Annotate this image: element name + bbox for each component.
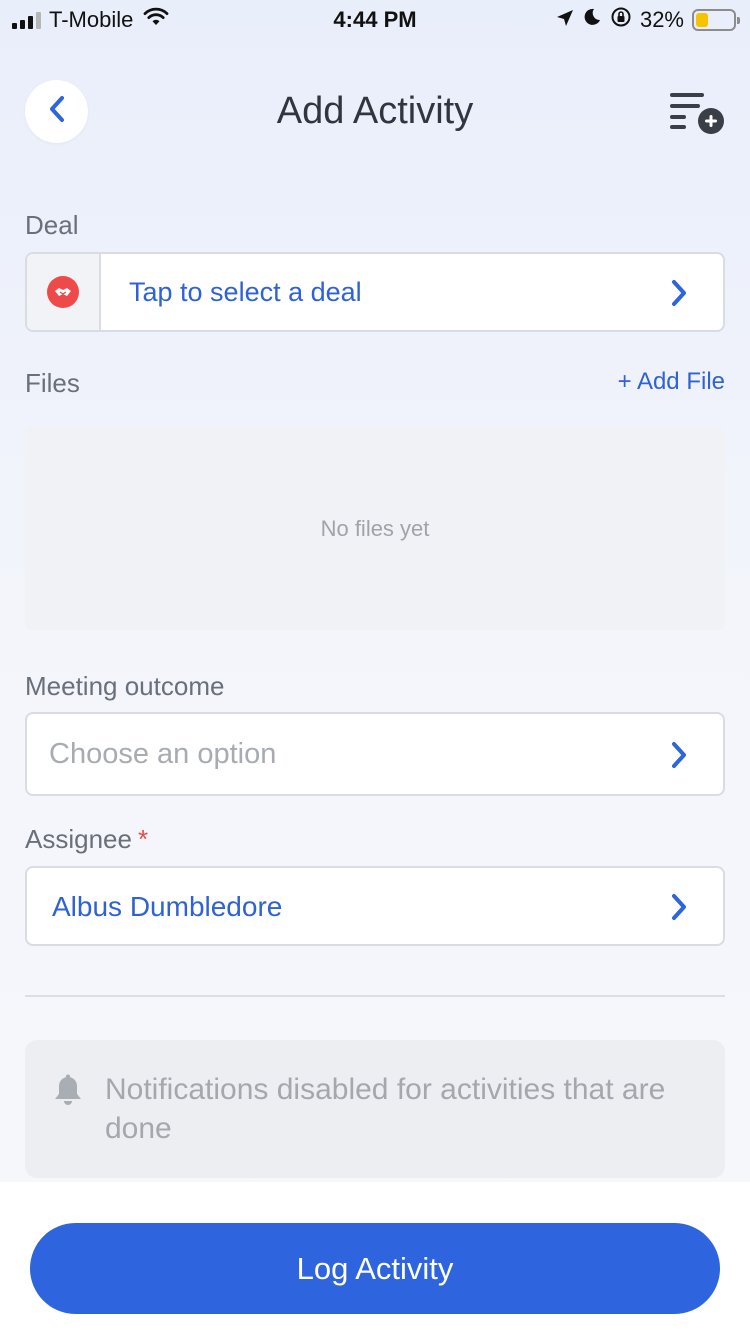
deal-selector[interactable]: Tap to select a deal: [25, 252, 725, 332]
meeting-outcome-label: Meeting outcome: [25, 671, 225, 701]
required-mark: *: [137, 824, 149, 854]
status-right: 32%: [556, 6, 740, 34]
assignee-select[interactable]: Albus Dumbledore: [25, 866, 725, 946]
meeting-outcome-select[interactable]: Choose an option: [25, 712, 725, 796]
bell-icon: [53, 1074, 83, 1108]
status-bar: T-Mobile 4:44 PM 32%: [0, 0, 750, 40]
files-empty-text: No files yet: [320, 516, 430, 541]
rotation-lock-icon: [610, 6, 632, 34]
assignee-value: Albus Dumbledore: [52, 891, 283, 922]
chevron-right-icon: [669, 892, 689, 922]
deal-label: Deal: [25, 210, 79, 240]
chevron-right-icon: [669, 278, 689, 308]
add-to-list-button[interactable]: [668, 90, 728, 136]
chevron-right-icon: [669, 740, 689, 770]
notification-info-box: Notifications disabled for activities th…: [25, 1040, 725, 1178]
moon-icon: [582, 7, 602, 33]
battery-percent: 32%: [639, 7, 684, 32]
files-empty-area: No files yet: [25, 428, 725, 630]
files-label: Files: [25, 368, 80, 398]
log-activity-button[interactable]: Log Activity: [30, 1223, 720, 1314]
handshake-icon: [47, 276, 79, 308]
deal-placeholder: Tap to select a deal: [129, 277, 362, 307]
footer: Log Activity: [0, 1182, 750, 1334]
assignee-label: Assignee *: [25, 824, 148, 855]
location-icon: [556, 7, 574, 33]
list-add-icon: [668, 93, 728, 140]
notification-text: Notifications disabled for activities th…: [105, 1073, 666, 1145]
battery-icon: [692, 9, 740, 31]
deal-icon-cell: [27, 254, 101, 330]
battery-level: [696, 13, 708, 27]
assignee-label-text: Assignee: [25, 824, 132, 854]
divider: [25, 995, 725, 997]
add-file-button[interactable]: + Add File: [618, 368, 725, 396]
meeting-outcome-placeholder: Choose an option: [49, 738, 277, 770]
page-title: Add Activity: [276, 90, 474, 132]
